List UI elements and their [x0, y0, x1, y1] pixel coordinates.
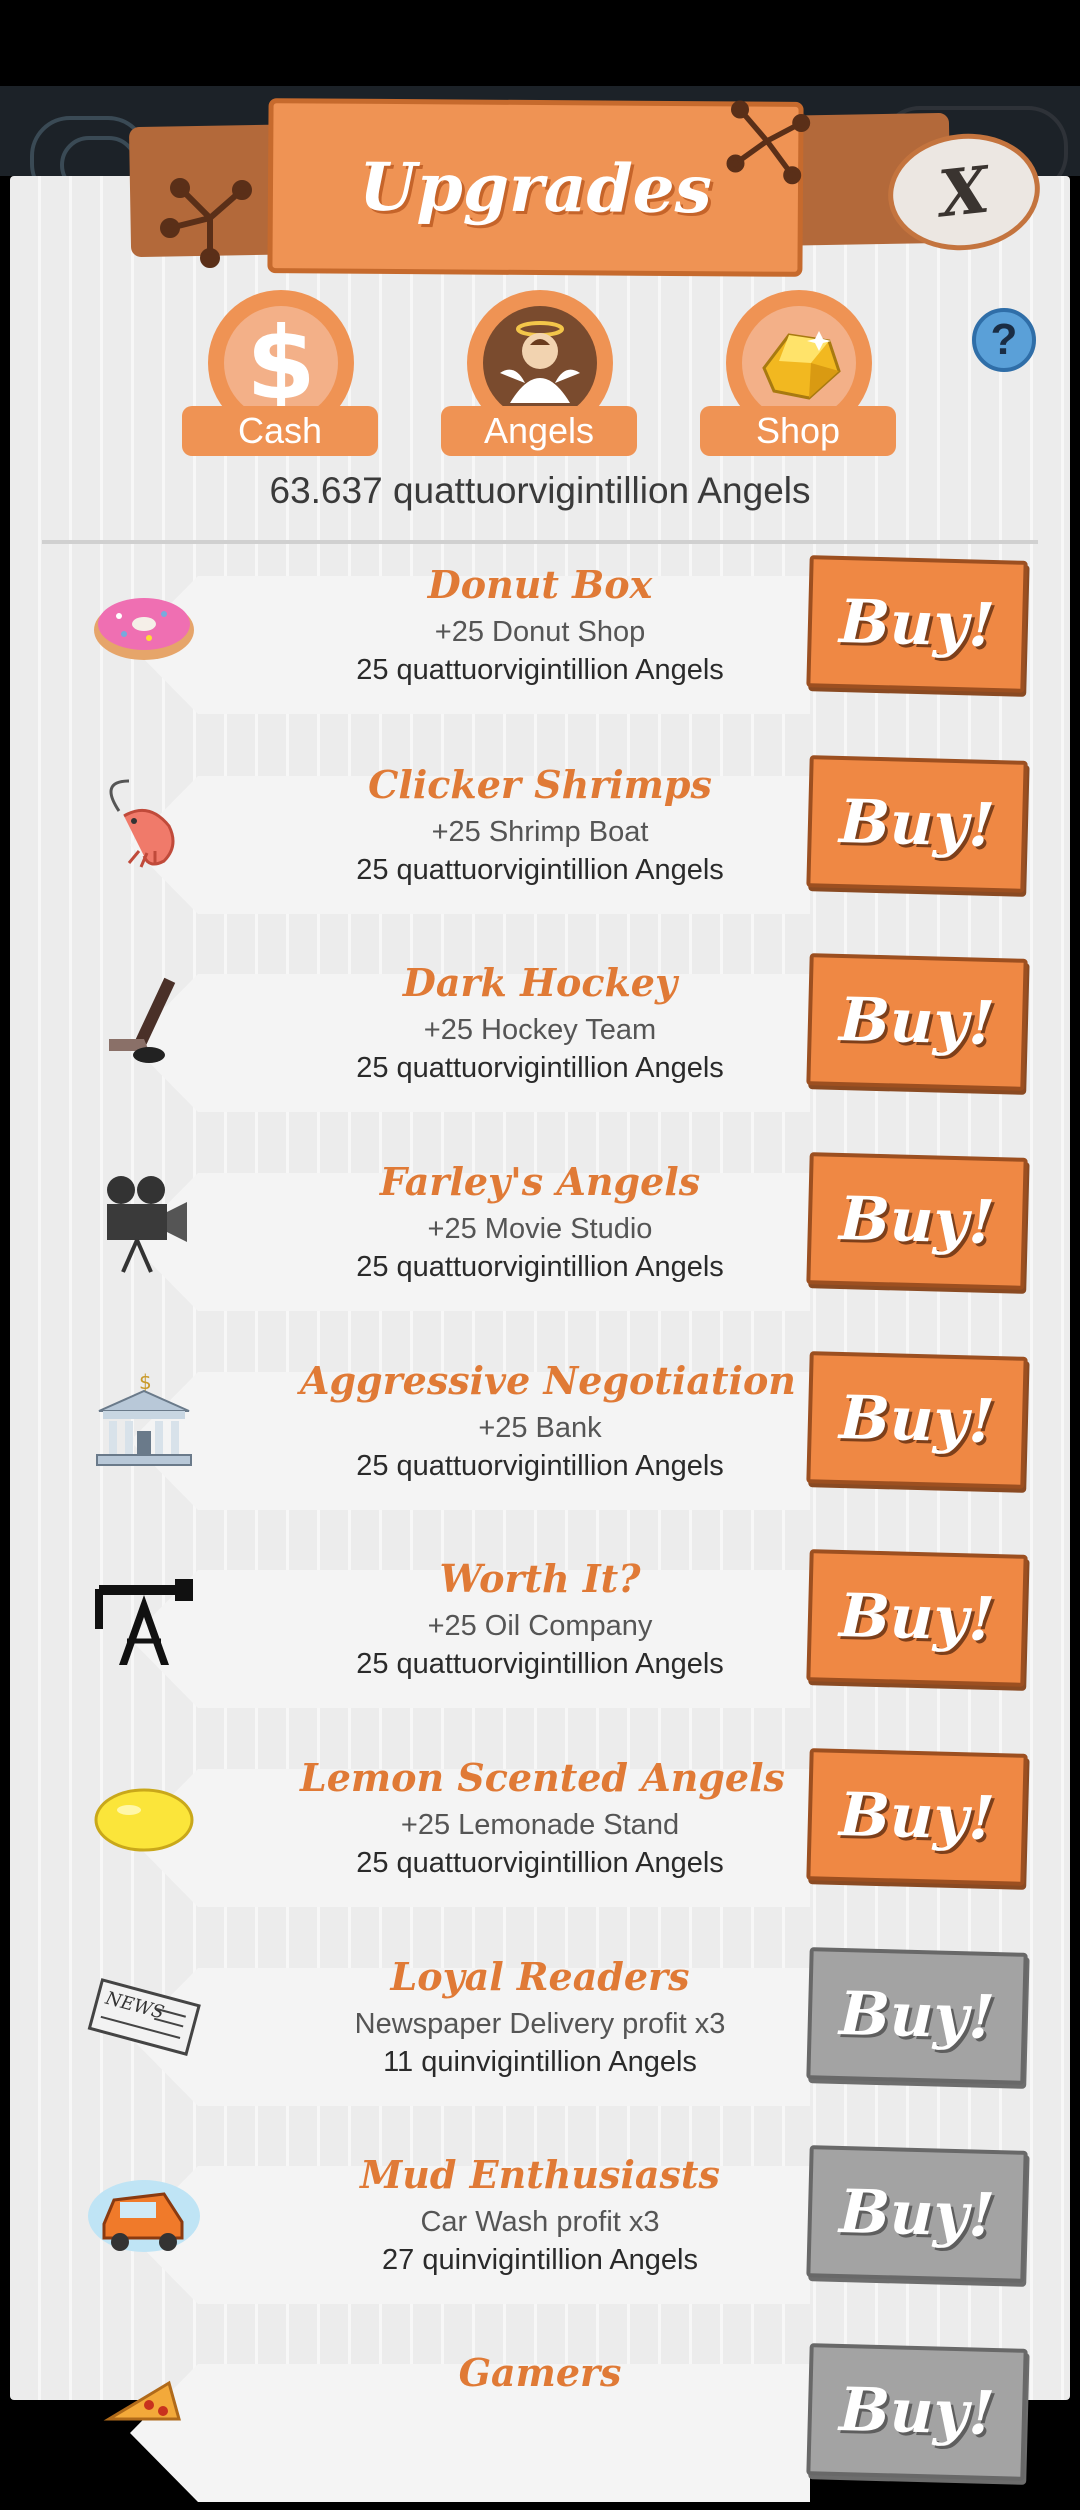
upgrade-name: Aggressive Negotiation	[300, 1358, 796, 1403]
upgrade-cost: 25 quattuorvigintillion Angels	[356, 1450, 724, 1482]
buy-button[interactable]: Buy!	[806, 755, 1028, 893]
buy-label: Buy!	[838, 1382, 996, 1458]
upgrade-effect: Newspaper Delivery profit x3	[354, 2008, 726, 2040]
movie-camera-icon	[84, 1163, 204, 1283]
upgrade-effect: +25 Shrimp Boat	[431, 816, 649, 848]
bank-icon: $	[84, 1362, 204, 1482]
upgrade-cost: 25 quattuorvigintillion Angels	[356, 654, 724, 686]
tab-angels-label: Angels	[441, 406, 637, 456]
buy-label: Buy!	[838, 1779, 996, 1855]
upgrade-effect: Car Wash profit x3	[420, 2206, 660, 2238]
page-title: Upgrades	[358, 147, 713, 228]
buy-button[interactable]: Buy!	[806, 1748, 1028, 1886]
buy-label: Buy!	[838, 2176, 996, 2252]
upgrade-cost: 25 quattuorvigintillion Angels	[356, 1251, 724, 1283]
buy-label: Buy!	[838, 1183, 996, 1259]
upgrade-cost: 11 quinvigintillion Angels	[383, 2046, 697, 2078]
upgrade-effect: +25 Donut Shop	[434, 616, 646, 648]
buy-button[interactable]: Buy!	[806, 2343, 1028, 2481]
upgrade-row: Clicker Shrimps +25 Shrimp Boat 25 quatt…	[0, 754, 1080, 922]
upgrade-row: Gamers Buy!	[0, 2342, 1080, 2510]
tab-shop-label: Shop	[700, 406, 896, 456]
angels-total: 63.637 quattuorvigintillion Angels	[269, 470, 811, 511]
angel-icon	[483, 306, 597, 420]
help-button[interactable]: ?	[972, 308, 1036, 372]
buy-label: Buy!	[838, 1978, 996, 2054]
svg-text:$: $	[139, 1370, 152, 1394]
car-icon	[84, 2156, 204, 2276]
upgrade-name: Loyal Readers	[390, 1954, 690, 1999]
buy-label: Buy!	[838, 786, 996, 862]
upgrade-cost: 25 quattuorvigintillion Angels	[356, 1052, 724, 1084]
star-decoration-icon	[160, 178, 252, 268]
upgrade-row: NEWS Loyal Readers Newspaper Delivery pr…	[0, 1946, 1080, 2114]
buy-label: Buy!	[838, 1580, 996, 1656]
buy-label: Buy!	[838, 2374, 996, 2450]
upgrade-effect: +25 Lemonade Stand	[400, 1809, 680, 1841]
upgrade-row: Worth It? +25 Oil Company 25 quattuorvig…	[0, 1548, 1080, 1716]
upgrade-row: Lemon Scented Angels +25 Lemonade Stand …	[0, 1747, 1080, 1915]
upgrade-effect: +25 Oil Company	[427, 1610, 653, 1642]
tab-cash-label: Cash	[182, 406, 378, 456]
gold-gem-icon	[742, 306, 856, 420]
upgrade-effect: +25 Bank	[478, 1412, 602, 1444]
hockey-stick-icon	[84, 964, 204, 1084]
upgrade-row: $ Aggressive Negotiation +25 Bank 25 qua…	[0, 1350, 1080, 1518]
pizza-icon	[84, 2354, 204, 2474]
buy-button[interactable]: Buy!	[806, 1152, 1028, 1290]
buy-button[interactable]: Buy!	[806, 1947, 1028, 2085]
upgrade-effect: +25 Hockey Team	[423, 1014, 657, 1046]
upgrade-name: Worth It?	[439, 1556, 641, 1601]
buy-button[interactable]: Buy!	[806, 555, 1028, 693]
upgrade-name: Dark Hockey	[402, 960, 678, 1005]
dollar-icon: $	[224, 305, 338, 422]
oil-pump-icon	[84, 1560, 204, 1680]
upgrade-row: Mud Enthusiasts Car Wash profit x3 27 qu…	[0, 2144, 1080, 2312]
buy-button[interactable]: Buy!	[806, 1351, 1028, 1489]
upgrade-name: Farley's Angels	[379, 1159, 701, 1204]
status-bar	[0, 0, 1080, 86]
help-icon: ?	[990, 315, 1018, 364]
upgrade-effect: +25 Movie Studio	[427, 1213, 653, 1245]
buy-button[interactable]: Buy!	[806, 1549, 1028, 1687]
upgrade-row: Donut Box +25 Donut Shop 25 quattuorvigi…	[0, 554, 1080, 722]
newspaper-icon: NEWS	[84, 1958, 204, 2078]
upgrade-name: Donut Box	[427, 562, 653, 607]
close-icon: X	[935, 152, 993, 232]
lemon-icon	[84, 1759, 204, 1879]
upgrade-row: Dark Hockey +25 Hockey Team 25 quattuorv…	[0, 952, 1080, 1120]
donut-icon	[84, 566, 204, 686]
upgrade-cost: 25 quattuorvigintillion Angels	[356, 854, 724, 886]
upgrade-name: Gamers	[458, 2350, 622, 2395]
divider	[42, 540, 1038, 544]
upgrade-name: Mud Enthusiasts	[360, 2152, 720, 2197]
buy-button[interactable]: Buy!	[806, 953, 1028, 1091]
buy-label: Buy!	[838, 586, 996, 662]
buy-button[interactable]: Buy!	[806, 2145, 1028, 2283]
upgrade-cost: 25 quattuorvigintillion Angels	[356, 1648, 724, 1680]
upgrade-name: Clicker Shrimps	[368, 762, 712, 807]
upgrade-name: Lemon Scented Angels	[300, 1755, 785, 1800]
star-decoration-icon	[726, 100, 811, 185]
upgrade-cost: 27 quinvigintillion Angels	[382, 2244, 698, 2276]
buy-label: Buy!	[838, 984, 996, 1060]
upgrade-cost: 25 quattuorvigintillion Angels	[356, 1847, 724, 1879]
upgrade-row: Farley's Angels +25 Movie Studio 25 quat…	[0, 1151, 1080, 1319]
shrimp-icon	[84, 766, 204, 886]
